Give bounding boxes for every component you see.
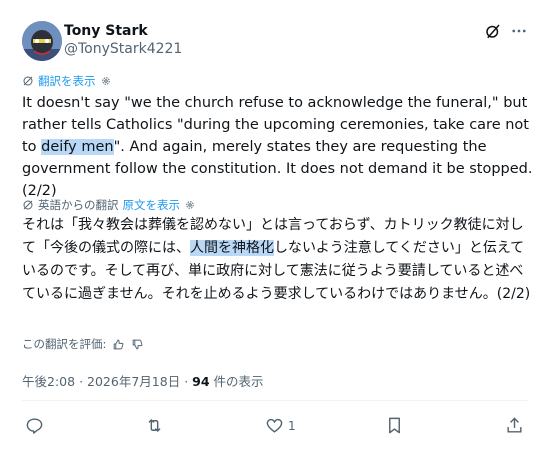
- bookmark-button[interactable]: [385, 416, 404, 435]
- show-original-link[interactable]: 原文を表示: [123, 197, 181, 213]
- post-date[interactable]: 2026年7月18日: [87, 374, 180, 389]
- share-icon: [507, 417, 522, 433]
- author-name[interactable]: Tony Stark: [64, 23, 148, 39]
- translate-icon: [23, 200, 33, 210]
- translation-bar: 英語からの翻訳 原文を表示: [22, 197, 196, 213]
- like-count: 1: [288, 418, 296, 433]
- gear-icon[interactable]: [184, 199, 196, 211]
- share-button[interactable]: [505, 416, 524, 435]
- meta-separator: ·: [79, 374, 84, 389]
- thumbs-up-icon[interactable]: [112, 338, 125, 351]
- author-handle[interactable]: @TonyStark4221: [64, 41, 182, 57]
- grok-icon[interactable]: [484, 22, 502, 40]
- avatar[interactable]: [22, 21, 62, 61]
- views-count: 94: [192, 374, 210, 389]
- like-icon: [266, 418, 283, 433]
- rate-translation-label: この翻訳を評価:: [22, 337, 107, 351]
- gear-icon[interactable]: [100, 75, 112, 87]
- selected-text: 人間を神格化: [190, 240, 274, 256]
- post-time[interactable]: 午後2:08: [22, 374, 75, 389]
- rate-translation: この翻訳を評価:: [22, 336, 144, 352]
- post-text: It doesn't say "we the church refuse to …: [22, 92, 534, 202]
- meta-separator: ·: [184, 374, 189, 389]
- views-label: 件の表示: [213, 374, 264, 389]
- divider: [22, 400, 528, 401]
- post-meta: 午後2:08 · 2026年7月18日 · 94 件の表示: [22, 371, 264, 390]
- selected-text: deify men: [41, 139, 114, 155]
- bookmark-icon: [389, 417, 400, 434]
- reply-button[interactable]: [25, 416, 44, 435]
- show-translation-link[interactable]: 翻訳を表示: [38, 73, 96, 89]
- reply-icon: [26, 418, 43, 434]
- translate-bar: 翻訳を表示: [22, 73, 112, 89]
- translated-from-label: 英語からの翻訳: [38, 198, 119, 212]
- translate-icon: [23, 76, 33, 86]
- thumbs-down-icon[interactable]: [131, 338, 144, 351]
- translated-text: それは「我々教会は葬儀を認めない」とは言っておらず、カトリック教徒に対して「今後…: [22, 214, 534, 306]
- repost-button[interactable]: [145, 416, 164, 435]
- like-button[interactable]: 1: [265, 416, 296, 435]
- repost-icon: [148, 418, 161, 433]
- more-icon[interactable]: [510, 22, 528, 40]
